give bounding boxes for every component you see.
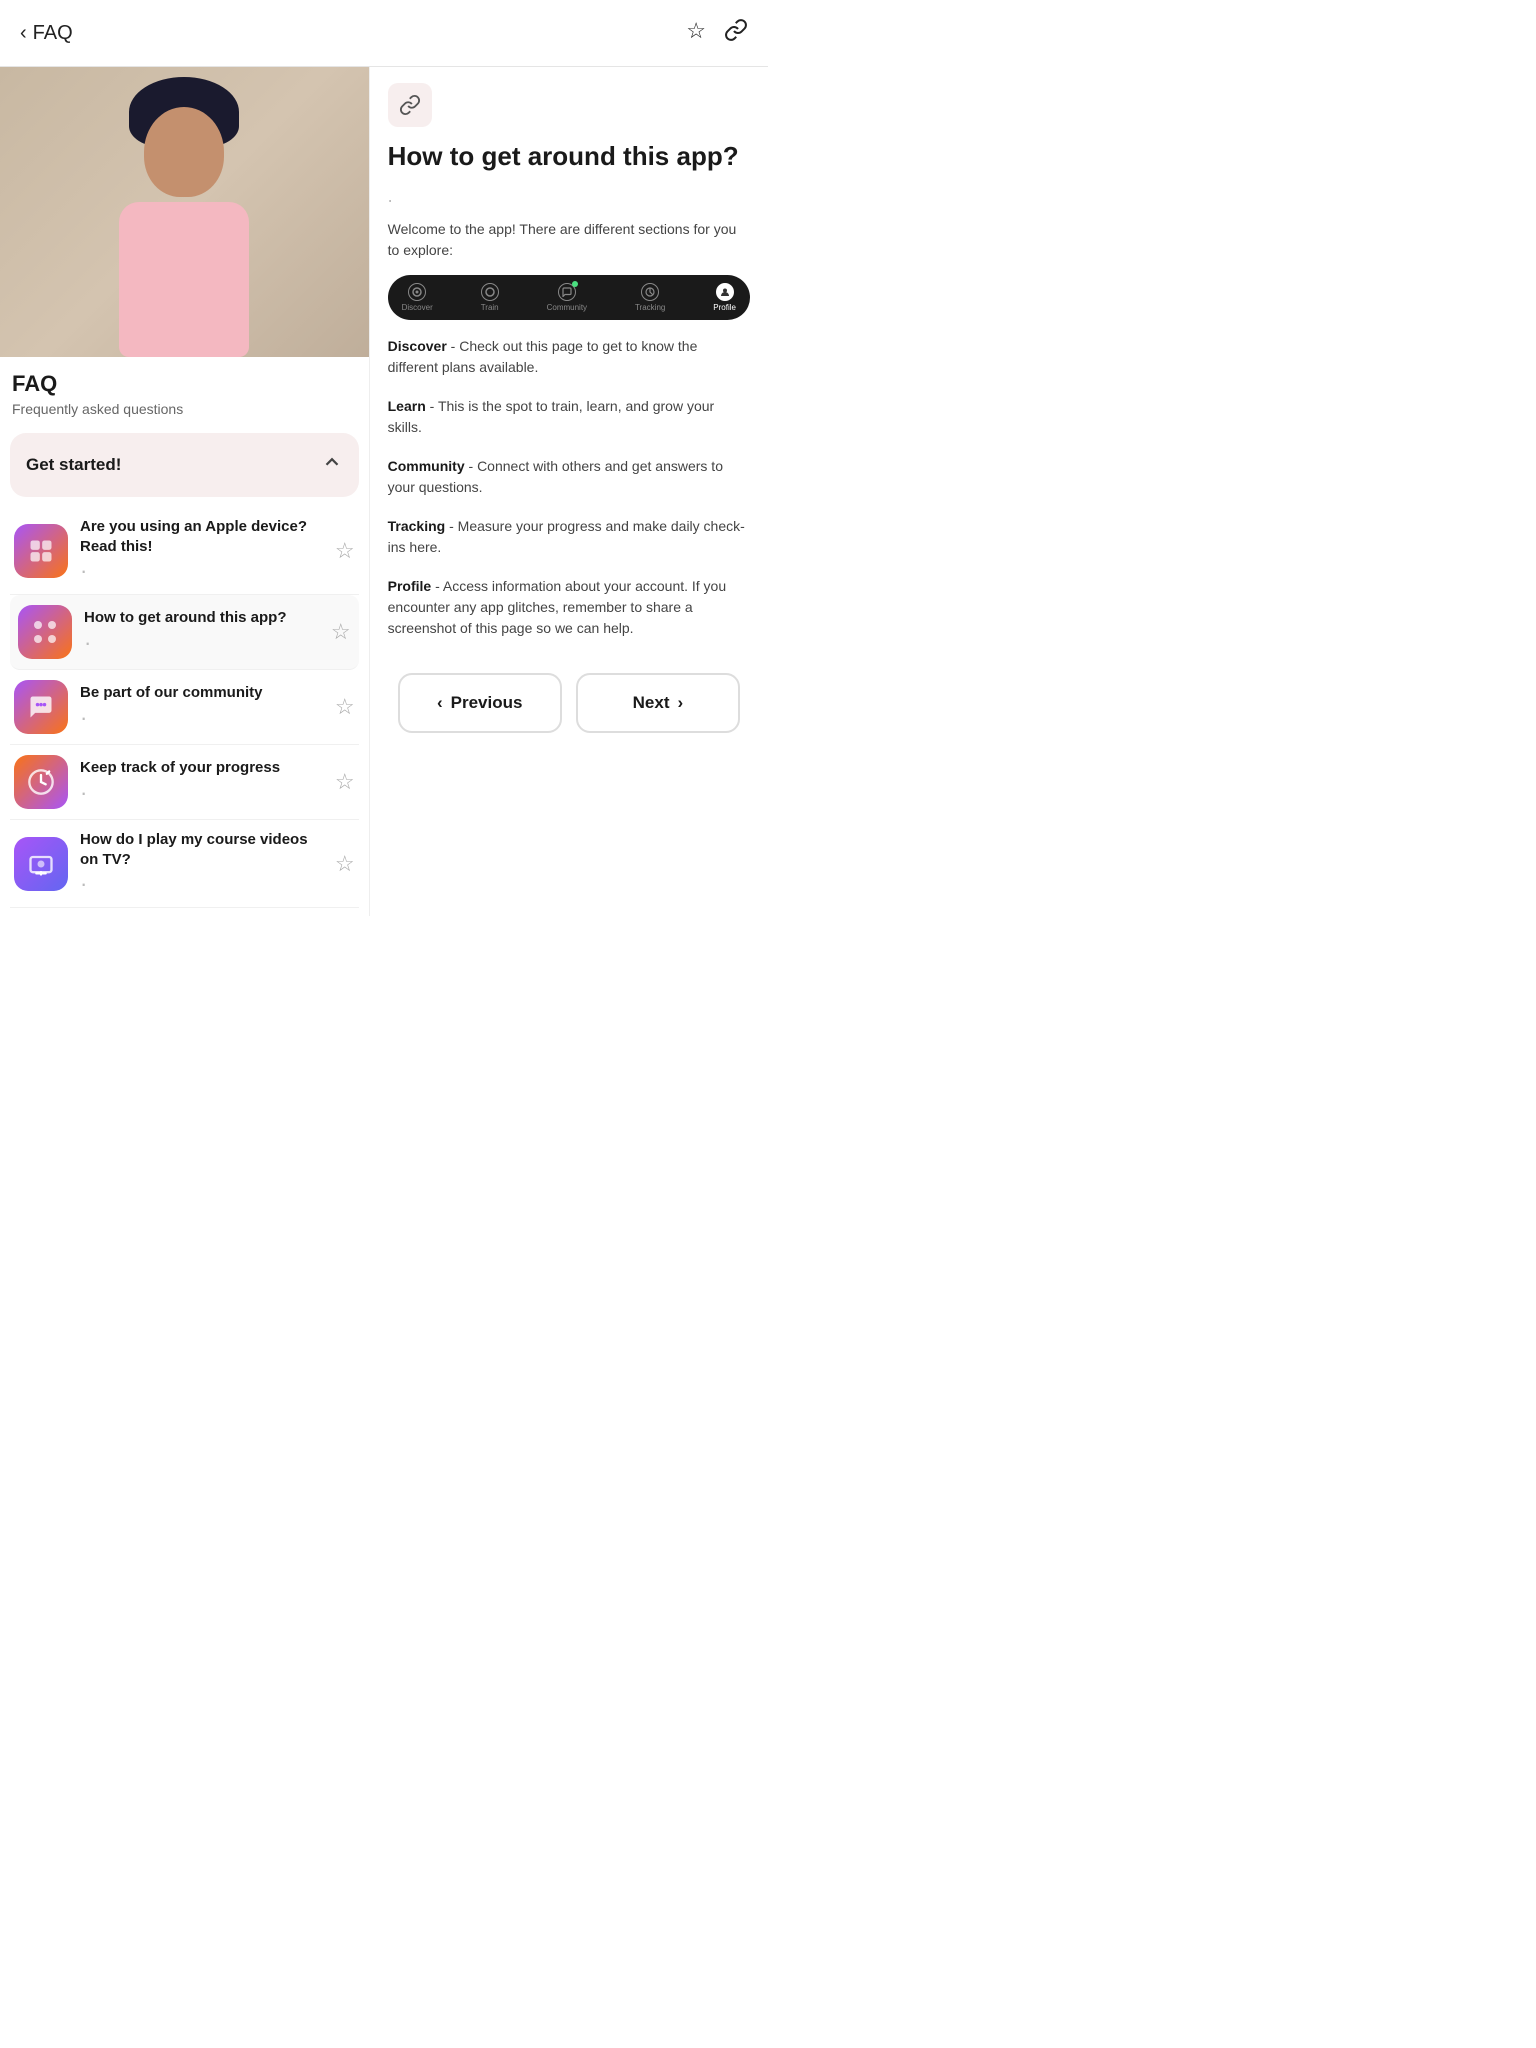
bookmark-icon[interactable]: ☆ xyxy=(686,18,706,48)
faq-item-text-track: Keep track of your progress · xyxy=(80,758,323,806)
nav-item-train: Train xyxy=(481,283,499,312)
prev-icon: ‹ xyxy=(437,693,443,713)
community-heading: Community xyxy=(388,458,465,474)
tracking-nav-icon xyxy=(641,283,659,301)
faq-item-text-apple: Are you using an Apple device? Read this… xyxy=(80,517,323,584)
header-title: FAQ xyxy=(33,22,73,45)
page-meta-title: FAQ xyxy=(12,371,357,397)
tracking-heading: Tracking xyxy=(388,518,446,534)
profile-nav-icon xyxy=(716,283,734,301)
article-title: How to get around this app? xyxy=(388,141,750,172)
faq-star-track[interactable]: ☆ xyxy=(335,769,355,795)
article-intro: Welcome to the app! There are different … xyxy=(388,219,750,261)
learn-desc: Learn - This is the spot to train, learn… xyxy=(388,396,750,438)
faq-item-title-tv: How do I play my course videos on TV? xyxy=(80,830,323,869)
community-desc: Community - Connect with others and get … xyxy=(388,456,750,498)
header-left: ‹ FAQ xyxy=(20,22,73,45)
previous-label: Previous xyxy=(451,693,523,713)
faq-item-title-navigate: How to get around this app? xyxy=(84,608,319,628)
tracking-nav-label: Tracking xyxy=(635,303,665,312)
previous-button[interactable]: ‹ Previous xyxy=(398,673,562,733)
next-button[interactable]: Next › xyxy=(576,673,740,733)
person-illustration xyxy=(84,77,284,357)
faq-item-title-community: Be part of our community xyxy=(80,683,323,703)
nav-item-tracking: Tracking xyxy=(635,283,665,312)
profile-heading: Profile xyxy=(388,578,432,594)
header-icons: ☆ xyxy=(686,18,748,48)
faq-icon-apple xyxy=(14,524,68,578)
header: ‹ FAQ ☆ xyxy=(0,0,768,67)
faq-icon-track xyxy=(14,755,68,809)
faq-item-apple[interactable]: Are you using an Apple device? Read this… xyxy=(10,507,359,595)
right-column: How to get around this app? . Welcome to… xyxy=(369,67,768,916)
faq-item-text-navigate: How to get around this app? · xyxy=(84,608,319,656)
profile-nav-label: Profile xyxy=(713,303,736,312)
faq-icon-tv xyxy=(14,837,68,891)
profile-desc: Profile - Access information about your … xyxy=(388,576,750,639)
chevron-up-icon xyxy=(321,451,343,479)
train-nav-icon xyxy=(481,283,499,301)
faq-item-text-tv: How do I play my course videos on TV? · xyxy=(80,830,323,897)
next-label: Next xyxy=(633,693,670,713)
nav-buttons: ‹ Previous Next › xyxy=(388,657,750,749)
next-icon: › xyxy=(678,693,684,713)
train-nav-label: Train xyxy=(481,303,499,312)
faq-icon-community xyxy=(14,680,68,734)
faq-icon-navigate xyxy=(18,605,72,659)
faq-star-apple[interactable]: ☆ xyxy=(335,538,355,564)
discover-nav-label: Discover xyxy=(402,303,433,312)
faq-item-text-community: Be part of our community · xyxy=(80,683,323,731)
nav-bar-preview: Discover Train Community xyxy=(388,275,750,320)
back-button[interactable]: ‹ xyxy=(20,22,27,45)
page-meta-subtitle: Frequently asked questions xyxy=(12,401,357,417)
page-meta: FAQ Frequently asked questions xyxy=(0,357,369,425)
tracking-desc: Tracking - Measure your progress and mak… xyxy=(388,516,750,558)
discover-desc: Discover - Check out this page to get to… xyxy=(388,336,750,378)
faq-item-community[interactable]: Be part of our community · ☆ xyxy=(10,670,359,745)
faq-item-track[interactable]: Keep track of your progress · ☆ xyxy=(10,745,359,820)
faq-item-title-apple: Are you using an Apple device? Read this… xyxy=(80,517,323,556)
link-icon[interactable] xyxy=(724,18,748,48)
learn-heading: Learn xyxy=(388,398,426,414)
person-head xyxy=(144,107,224,197)
get-started-label: Get started! xyxy=(26,455,121,475)
community-dot xyxy=(572,281,578,287)
faq-section: Get started! A xyxy=(0,425,369,916)
nav-item-discover: Discover xyxy=(402,283,433,312)
faq-star-navigate[interactable]: ☆ xyxy=(331,619,351,645)
faq-star-tv[interactable]: ☆ xyxy=(335,851,355,877)
faq-item-navigate[interactable]: How to get around this app? · ☆ xyxy=(10,595,359,670)
learn-text: - This is the spot to train, learn, and … xyxy=(388,398,715,435)
nav-item-profile: Profile xyxy=(713,283,736,312)
article-dot: . xyxy=(388,186,750,207)
community-nav-label: Community xyxy=(547,303,587,312)
hero-image xyxy=(0,67,369,357)
faq-star-community[interactable]: ☆ xyxy=(335,694,355,720)
discover-heading: Discover xyxy=(388,338,447,354)
person-body xyxy=(119,202,249,357)
article-link-icon xyxy=(388,83,432,127)
faq-item-tv[interactable]: How do I play my course videos on TV? · … xyxy=(10,820,359,908)
nav-item-community: Community xyxy=(547,283,587,312)
left-column: FAQ Frequently asked questions Get start… xyxy=(0,67,369,916)
get-started-accordion[interactable]: Get started! xyxy=(10,433,359,497)
content-wrapper: FAQ Frequently asked questions Get start… xyxy=(0,67,768,916)
discover-nav-icon xyxy=(408,283,426,301)
profile-text: - Access information about your account.… xyxy=(388,578,727,636)
faq-item-title-track: Keep track of your progress xyxy=(80,758,323,778)
